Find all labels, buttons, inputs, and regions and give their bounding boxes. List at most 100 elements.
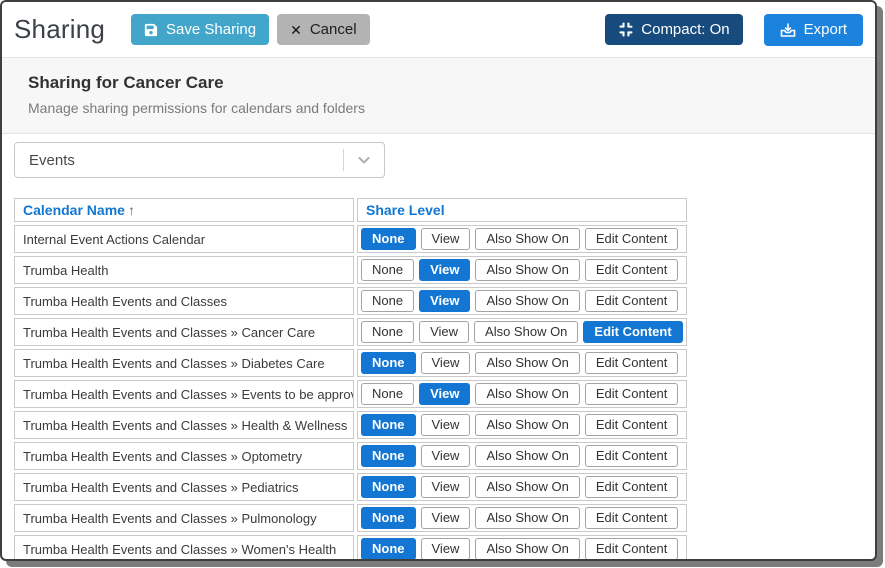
section-subtitle: Manage sharing permissions for calendars… [28,100,849,116]
calendar-name-cell: Trumba Health Events and Classes [14,287,354,315]
share-option-view[interactable]: View [421,476,471,498]
share-option-also-show-on[interactable]: Also Show On [475,538,579,560]
share-option-edit-content[interactable]: Edit Content [585,228,679,250]
app-window: Sharing Save Sharing ✕ Cancel Compact: O… [0,0,877,561]
share-options: NoneViewAlso Show OnEdit Content [361,321,683,343]
section-header: Sharing for Cancer Care Manage sharing p… [2,57,875,134]
share-options: NoneViewAlso Show On Edit Content [361,228,683,250]
calendar-name-cell: Trumba Health Events and Classes » Diabe… [14,349,354,377]
table-row: Trumba Health Events and Classes » Diabe… [14,349,687,377]
export-button-label: Export [804,22,847,37]
share-option-none[interactable]: None [361,290,414,312]
share-options: NoneViewAlso Show On Edit Content [361,507,683,529]
save-icon [144,23,158,37]
compact-toggle-button[interactable]: Compact: On [605,14,742,45]
share-options: NoneViewAlso Show On Edit Content [361,352,683,374]
share-option-none[interactable]: None [361,445,416,467]
calendar-name-header-label: Calendar Name [23,202,125,218]
section-title: Sharing for Cancer Care [28,73,849,93]
calendar-name-cell: Trumba Health Events and Classes » Event… [14,380,354,408]
table-header-row: Calendar Name↑ Share Level [14,198,687,222]
share-option-also-show-on[interactable]: Also Show On [475,476,579,498]
table-row: Trumba Health Events and Classes » Cance… [14,318,687,346]
share-option-edit-content[interactable]: Edit Content [585,445,679,467]
export-icon [780,22,796,38]
main-content: Events Calendar Name↑ Share Level Int [2,134,875,561]
share-option-view[interactable]: View [421,414,471,436]
table-row: Trumba Health NoneViewAlso Show On Edit C… [14,256,687,284]
calendar-name-cell: Trumba Health Events and Classes » Cance… [14,318,354,346]
share-option-also-show-on[interactable]: Also Show On [474,321,578,343]
calendar-name-cell: Trumba Health Events and Classes » Pulmo… [14,504,354,532]
share-option-edit-content[interactable]: Edit Content [585,352,679,374]
share-option-none[interactable]: None [361,538,416,560]
share-option-also-show-on[interactable]: Also Show On [475,228,579,250]
close-icon: ✕ [290,23,302,37]
share-options: NoneViewAlso Show On Edit Content [361,259,683,281]
calendar-name-cell: Trumba Health Events and Classes » Optom… [14,442,354,470]
share-option-none[interactable]: None [361,259,414,281]
share-option-edit-content[interactable]: Edit Content [585,538,679,560]
share-option-view[interactable]: View [421,445,471,467]
share-option-also-show-on[interactable]: Also Show On [475,445,579,467]
sharing-table: Calendar Name↑ Share Level Internal Even… [11,195,690,561]
share-option-view[interactable]: View [419,290,470,312]
share-option-edit-content[interactable]: Edit Content [585,290,679,312]
compress-icon [618,22,633,37]
share-option-view[interactable]: View [419,383,470,405]
share-option-also-show-on[interactable]: Also Show On [475,414,579,436]
share-option-none[interactable]: None [361,352,416,374]
share-option-view[interactable]: View [419,321,469,343]
share-option-also-show-on[interactable]: Also Show On [475,259,579,281]
calendar-name-cell: Trumba Health Events and Classes » Pedia… [14,473,354,501]
table-row: Internal Event Actions Calendar NoneView… [14,225,687,253]
calendar-name-cell: Trumba Health Events and Classes » Women… [14,535,354,561]
column-header-share-level: Share Level [357,198,687,222]
share-option-none[interactable]: None [361,507,416,529]
share-option-also-show-on[interactable]: Also Show On [475,352,579,374]
calendar-type-select[interactable]: Events [14,142,385,178]
compact-button-label: Compact: On [641,22,729,37]
share-options: NoneViewAlso Show On Edit Content [361,476,683,498]
save-sharing-button[interactable]: Save Sharing [131,14,269,45]
share-option-none[interactable]: None [361,383,414,405]
share-option-none[interactable]: None [361,414,416,436]
cancel-button[interactable]: ✕ Cancel [277,14,369,45]
share-option-also-show-on[interactable]: Also Show On [475,507,579,529]
calendar-type-selected-value: Events [29,152,75,169]
share-option-view[interactable]: View [421,228,471,250]
share-option-view[interactable]: View [419,259,470,281]
calendar-name-cell: Internal Event Actions Calendar [14,225,354,253]
page-title: Sharing [14,14,105,45]
share-option-view[interactable]: View [421,538,471,560]
share-level-header-label: Share Level [366,202,445,218]
share-option-none[interactable]: None [361,228,416,250]
share-options: NoneViewAlso Show On Edit Content [361,414,683,436]
chevron-down-icon [344,152,384,168]
share-options: NoneViewAlso Show On Edit Content [361,538,683,560]
toolbar: Sharing Save Sharing ✕ Cancel Compact: O… [2,2,875,57]
column-header-calendar-name[interactable]: Calendar Name↑ [14,198,354,222]
share-option-view[interactable]: View [421,352,471,374]
share-option-edit-content[interactable]: Edit Content [585,259,679,281]
calendar-name-cell: Trumba Health Events and Classes » Healt… [14,411,354,439]
share-option-none[interactable]: None [361,321,414,343]
share-table-body: Internal Event Actions Calendar NoneView… [14,225,687,561]
share-options: NoneViewAlso Show On Edit Content [361,383,683,405]
sort-ascending-icon: ↑ [128,202,135,218]
cancel-button-label: Cancel [310,22,357,37]
share-option-also-show-on[interactable]: Also Show On [475,383,579,405]
toolbar-right-group: Compact: On Export [605,14,863,46]
export-button[interactable]: Export [764,14,863,46]
share-option-edit-content[interactable]: Edit Content [585,507,679,529]
table-row: Trumba Health Events and Classes » Event… [14,380,687,408]
table-row: Trumba Health Events and Classes » Healt… [14,411,687,439]
calendar-name-cell: Trumba Health [14,256,354,284]
share-option-also-show-on[interactable]: Also Show On [475,290,579,312]
share-option-edit-content[interactable]: Edit Content [583,321,682,343]
share-option-edit-content[interactable]: Edit Content [585,383,679,405]
share-option-none[interactable]: None [361,476,416,498]
share-option-edit-content[interactable]: Edit Content [585,414,679,436]
share-option-edit-content[interactable]: Edit Content [585,476,679,498]
share-option-view[interactable]: View [421,507,471,529]
